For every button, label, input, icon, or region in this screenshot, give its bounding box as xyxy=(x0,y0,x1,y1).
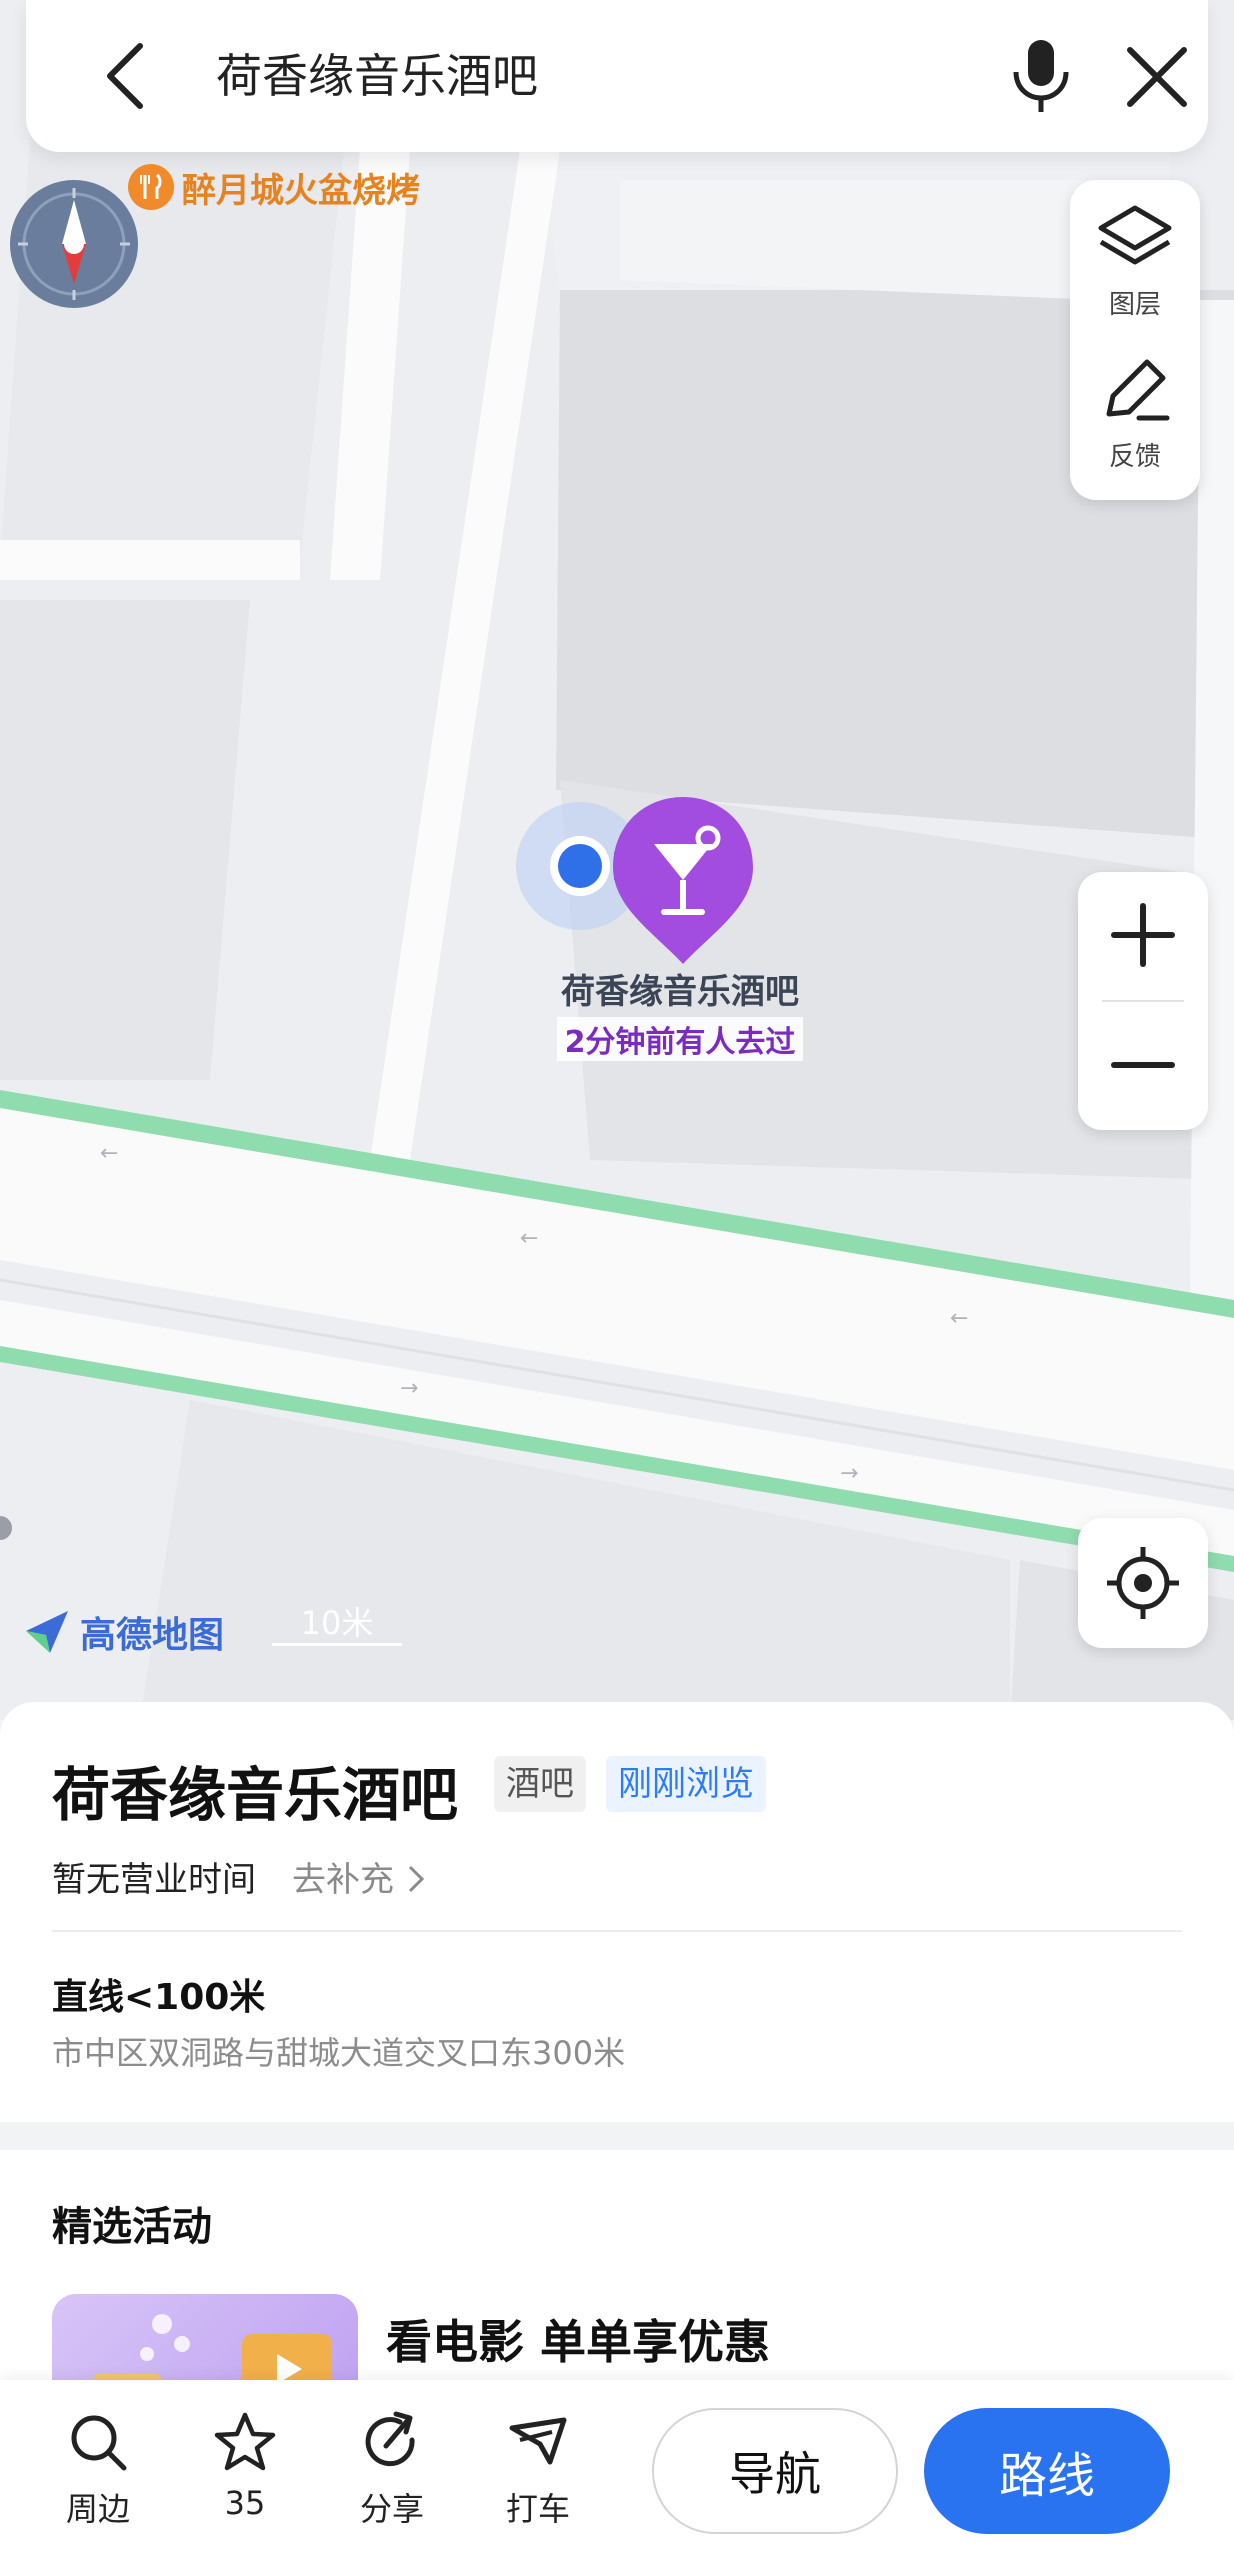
favorite-button[interactable]: 35 xyxy=(185,2410,305,2522)
share-button[interactable]: 分享 xyxy=(332,2410,452,2530)
taxi-icon xyxy=(509,2417,567,2465)
chevron-right-icon xyxy=(408,1865,424,1893)
map-brand: 高德地图 xyxy=(24,1606,224,1658)
map-view[interactable]: ← ← ← → → 荷香缘音乐酒吧 2分钟前有人去过 荷香缘音乐酒吧 醉月城火盆… xyxy=(0,0,1234,1720)
brand-name: 高德地图 xyxy=(80,1615,225,1656)
close-icon[interactable] xyxy=(1124,44,1190,110)
search-bar: 荷香缘音乐酒吧 xyxy=(26,0,1208,152)
category-tag: 酒吧 xyxy=(494,1756,586,1812)
layers-icon xyxy=(1098,205,1172,265)
bottom-action-bar: 周边 35 分享 打车 导航 路线 xyxy=(0,2380,1234,2560)
poi-info-sheet: 荷香缘音乐酒吧 酒吧 刚刚浏览 暂无营业时间 去补充 直线<100米 市中区双洞… xyxy=(0,1702,1234,2122)
compass-icon xyxy=(18,188,130,300)
recently-viewed-tag: 刚刚浏览 xyxy=(606,1756,766,1812)
add-hours-label: 去补充 xyxy=(292,1860,394,1900)
business-hours: 暂无营业时间 xyxy=(52,1860,256,1900)
nearby-poi-label[interactable]: 醉月城火盆烧烤 xyxy=(128,162,420,212)
search-input[interactable]: 荷香缘音乐酒吧 xyxy=(216,44,538,108)
crosshair-icon xyxy=(1107,1547,1179,1619)
nearby-button[interactable]: 周边 xyxy=(38,2410,158,2530)
layers-label: 图层 xyxy=(1108,290,1161,320)
activity-title[interactable]: 看电影 单单享优惠 xyxy=(386,2306,770,2372)
map-tools-panel: 图层 反馈 xyxy=(1070,180,1200,500)
zoom-divider xyxy=(1102,1000,1184,1002)
share-icon xyxy=(365,2411,415,2467)
star-icon xyxy=(214,2412,276,2471)
back-arrow-icon[interactable] xyxy=(96,40,156,112)
zoom-out-icon[interactable] xyxy=(1110,1032,1176,1098)
distance-text: 直线<100米 xyxy=(52,1977,266,2018)
taxi-label: 打车 xyxy=(505,2490,570,2528)
marker-subtitle: 2分钟前有人去过 xyxy=(556,1017,804,1061)
taxi-button[interactable]: 打车 xyxy=(478,2410,598,2530)
search-icon xyxy=(71,2415,127,2471)
marker-name: 荷香缘音乐酒吧 xyxy=(561,972,799,1012)
activities-heading: 精选活动 xyxy=(52,2204,212,2250)
restaurant-icon xyxy=(128,164,174,210)
feedback-button[interactable]: 反馈 xyxy=(1070,352,1200,502)
add-hours-link[interactable]: 去补充 xyxy=(292,1852,427,1901)
marker-label[interactable]: 荷香缘音乐酒吧 2分钟前有人去过 xyxy=(520,964,840,1061)
svg-text:→: → xyxy=(400,1376,418,1401)
poi-title: 荷香缘音乐酒吧 xyxy=(52,1761,459,1829)
route-button[interactable]: 路线 xyxy=(924,2408,1170,2534)
address-text[interactable]: 市中区双洞路与甜城大道交叉口东300米 xyxy=(52,2028,625,2074)
favorite-count: 35 xyxy=(224,2484,266,2522)
locate-me-button[interactable] xyxy=(1078,1518,1208,1648)
divider xyxy=(52,1930,1182,1932)
compass-button[interactable] xyxy=(10,180,138,308)
svg-text:→: → xyxy=(840,1461,858,1486)
svg-text:←: ← xyxy=(100,1141,118,1166)
amap-logo-icon xyxy=(26,1611,68,1653)
nearby-label: 周边 xyxy=(65,2490,130,2528)
share-label: 分享 xyxy=(359,2490,424,2528)
edit-pen-icon xyxy=(1106,359,1170,421)
zoom-in-icon[interactable] xyxy=(1110,902,1176,968)
svg-text:←: ← xyxy=(520,1226,538,1251)
svg-text:←: ← xyxy=(950,1306,968,1331)
cocktail-icon[interactable] xyxy=(608,792,758,972)
feedback-label: 反馈 xyxy=(1108,442,1161,472)
nearby-poi-name: 醉月城火盆烧烤 xyxy=(182,170,420,211)
layers-button[interactable]: 图层 xyxy=(1070,200,1200,350)
map-scale: 10米 xyxy=(272,1598,402,1646)
navigate-button[interactable]: 导航 xyxy=(652,2408,898,2534)
microphone-icon[interactable] xyxy=(1006,36,1076,116)
zoom-controls xyxy=(1078,872,1208,1130)
